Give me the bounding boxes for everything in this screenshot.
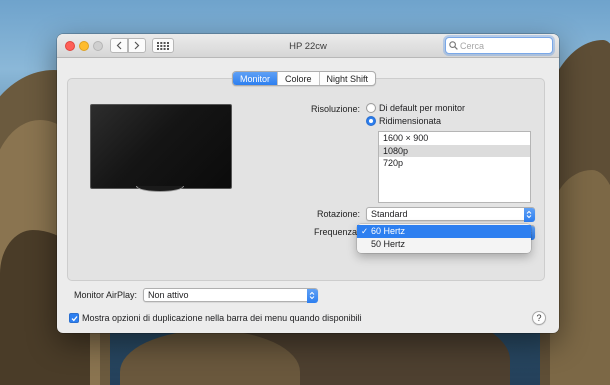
search-field[interactable]: Cerca (445, 37, 553, 54)
radio-label: Ridimensionata (379, 116, 442, 126)
updown-arrows-icon (306, 288, 318, 303)
search-icon (449, 41, 458, 50)
menu-item-label: 50 Hertz (371, 239, 406, 249)
tab-monitor[interactable]: Monitor (233, 72, 279, 85)
radio-default-resolution[interactable]: Di default per monitor (366, 103, 465, 113)
list-item[interactable]: 1600 × 900 (379, 132, 530, 145)
tab-bar: Monitor Colore Night Shift (232, 71, 377, 86)
mirroring-label: Mostra opzioni di duplicazione nella bar… (82, 313, 362, 323)
list-item-selected[interactable]: 1080p (379, 144, 530, 157)
radio-button[interactable] (366, 103, 376, 113)
airplay-select[interactable]: Non attivo (143, 288, 318, 303)
tab-colore[interactable]: Colore (278, 72, 320, 85)
help-button[interactable]: ? (532, 311, 546, 325)
list-item[interactable]: 720p (379, 157, 530, 170)
radio-button-selected[interactable] (366, 116, 376, 126)
airplay-label: Monitor AirPlay: (73, 290, 137, 300)
airplay-value: Non attivo (148, 290, 189, 300)
title-bar: HP 22cw Cerca (57, 34, 559, 58)
frequency-label: Frequenza (313, 227, 357, 237)
resolution-label: Risoluzione: (310, 104, 360, 114)
displays-window: HP 22cw Cerca Monitor Colore Night Shift… (57, 34, 559, 333)
mirroring-checkbox[interactable] (69, 313, 79, 323)
search-placeholder: Cerca (460, 40, 485, 51)
checkmark-icon (71, 315, 78, 321)
radio-label: Di default per monitor (379, 103, 466, 113)
radio-scaled-resolution[interactable]: Ridimensionata (366, 116, 441, 126)
menu-item-60hz[interactable]: ✓ 60 Hertz (357, 225, 531, 238)
rotation-value: Standard (371, 209, 408, 219)
menu-item-label: 60 Hertz (371, 226, 406, 236)
menu-item-50hz[interactable]: 50 Hertz (357, 238, 531, 251)
frequency-dropdown-menu: ✓ 60 Hertz 50 Hertz (357, 224, 531, 253)
checkmark-icon: ✓ (361, 226, 369, 236)
updown-arrows-icon (523, 207, 535, 222)
rotation-label: Rotazione: (316, 209, 360, 219)
rotation-select[interactable]: Standard (366, 207, 535, 222)
resolution-list[interactable]: 1600 × 900 1080p 720p (378, 131, 531, 203)
monitor-illustration (90, 104, 232, 189)
tab-night-shift[interactable]: Night Shift (320, 72, 376, 85)
